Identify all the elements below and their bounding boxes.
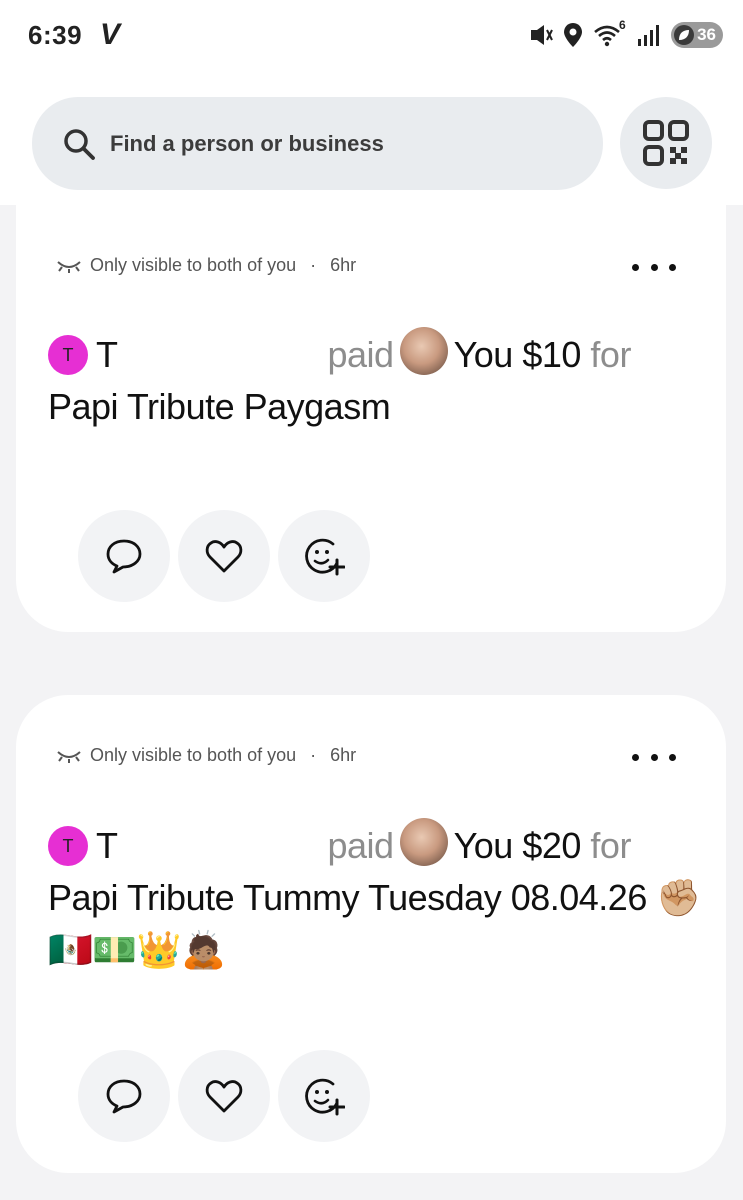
payee-name[interactable]: You (454, 825, 514, 866)
payer-name[interactable]: T (96, 825, 118, 866)
payment-story: T Tpaid You $20 for Papi Tribute Tummy Tue… (48, 818, 708, 976)
time-ago: 6hr (330, 745, 357, 765)
qr-code-button[interactable] (620, 97, 712, 189)
battery-level: 36 (697, 25, 716, 44)
add-reaction-button[interactable] (278, 510, 370, 602)
status-bar: 6:39 V 6 36 (0, 0, 743, 72)
like-icon (205, 540, 243, 573)
wifi-indicator: 6 (593, 18, 627, 48)
comment-icon (106, 1079, 142, 1114)
top-header: 6:39 V 6 36 Find a person or business (0, 0, 743, 205)
add-reaction-icon (305, 1078, 345, 1116)
visibility-row: Only visible to both of you · 6hr (56, 745, 356, 766)
feed-card[interactable]: Only visible to both of you · 6hr T Tpaid… (16, 695, 726, 1173)
eye-closed-icon (57, 750, 81, 763)
mute-vibrate-icon (531, 25, 553, 45)
status-time: 6:39 (28, 20, 83, 50)
payee-avatar[interactable] (399, 818, 448, 866)
wifi-label: 6 (619, 18, 626, 32)
payment-amount: $20 (522, 825, 581, 866)
payment-note: Papi Tribute Paygasm (48, 386, 391, 427)
wifi-icon (594, 25, 620, 47)
separator-dot: · (310, 255, 317, 275)
separator-dot: · (310, 745, 317, 765)
search-bar[interactable] (32, 97, 603, 190)
comment-button[interactable] (78, 1050, 170, 1142)
more-options-button[interactable] (632, 253, 676, 281)
visibility-row: Only visible to both of you · 6hr (56, 255, 356, 276)
action-row (78, 1050, 370, 1142)
add-reaction-button[interactable] (278, 1050, 370, 1142)
search-input[interactable] (110, 130, 550, 157)
location-icon (564, 23, 582, 47)
like-button[interactable] (178, 1050, 270, 1142)
more-dot (650, 753, 658, 761)
for-word: for (590, 825, 631, 866)
feed-card[interactable]: Only visible to both of you · 6hr T Tpaid… (16, 205, 726, 632)
venmo-logo: V (100, 18, 121, 51)
battery-saver-icon (674, 25, 694, 45)
paid-verb: paid (327, 825, 395, 866)
like-button[interactable] (178, 510, 270, 602)
signal-icon (638, 25, 659, 46)
eye-closed-icon (57, 260, 81, 273)
payee-name[interactable]: You (454, 334, 514, 375)
more-dot (650, 263, 658, 271)
payment-story: T Tpaid You $10 for Papi Tribute Paygasm (48, 327, 708, 433)
more-dot (632, 753, 639, 761)
qr-code-icon (643, 120, 689, 166)
search-icon (64, 128, 95, 160)
payment-amount: $10 (522, 334, 581, 375)
more-options-button[interactable] (632, 743, 676, 771)
action-row (78, 510, 370, 602)
battery-icon: 36 (671, 22, 723, 48)
time-ago: 6hr (330, 255, 357, 275)
payee-avatar[interactable] (399, 327, 448, 375)
payer-avatar[interactable]: T (48, 335, 88, 375)
for-word: for (590, 334, 631, 375)
payer-name[interactable]: T (96, 334, 118, 375)
paid-verb: paid (327, 334, 395, 375)
comment-icon (106, 539, 142, 574)
more-dot (632, 263, 639, 271)
visibility-text: Only visible to both of you (90, 745, 297, 765)
like-icon (205, 1080, 243, 1113)
add-reaction-icon (305, 538, 345, 576)
more-dot (669, 753, 676, 761)
more-dot (669, 263, 676, 271)
payment-note: Papi Tribute Tummy Tuesday 08.04.26 ✊🏼🇲🇽… (48, 877, 701, 970)
status-icons: 6 36 (527, 18, 723, 50)
visibility-text: Only visible to both of you (90, 255, 297, 275)
comment-button[interactable] (78, 510, 170, 602)
payer-avatar[interactable]: T (48, 826, 88, 866)
